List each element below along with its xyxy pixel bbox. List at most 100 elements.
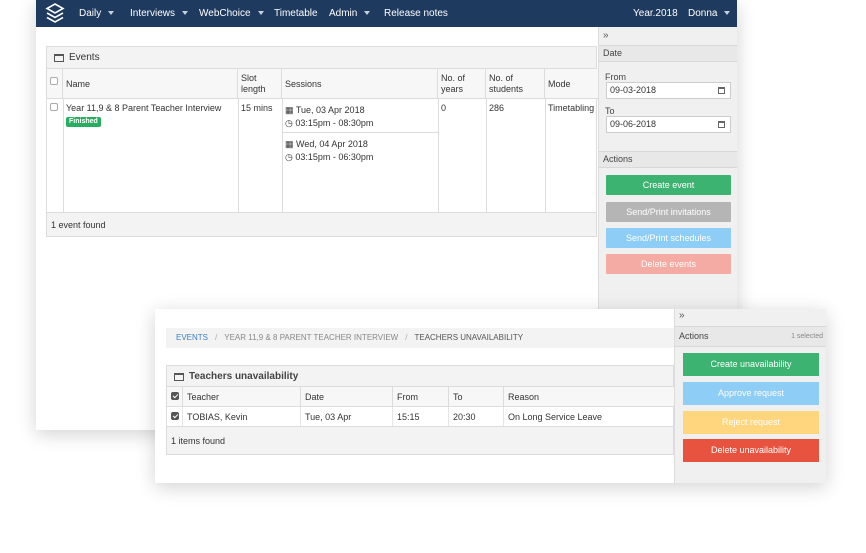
select-all-checkbox[interactable]	[171, 392, 179, 400]
from-date-value: 09-03-2018	[610, 85, 657, 95]
delete-unavailability-button[interactable]: Delete unavailability	[683, 439, 819, 462]
unavailability-header: Teachers unavailability	[167, 366, 673, 387]
row-checkbox[interactable]	[171, 412, 179, 420]
top-navbar: Daily Interviews WebChoice Timetable Adm…	[36, 0, 737, 27]
user-name: Donna	[688, 8, 718, 19]
table-icon	[54, 54, 64, 62]
calendar-icon: ▦	[285, 105, 294, 115]
session-2: ▦ Wed, 04 Apr 2018 ◷ 03:15pm - 06:30pm	[285, 138, 437, 163]
col-date[interactable]: Date	[301, 387, 393, 407]
col-divider	[486, 99, 487, 213]
col-to[interactable]: To	[449, 387, 504, 407]
col-mode[interactable]: Mode	[545, 69, 598, 99]
from-value: 15:15	[393, 407, 449, 427]
unavailability-panel: Teachers unavailability Teacher Date Fro…	[166, 365, 675, 455]
col-teacher[interactable]: Teacher	[183, 387, 301, 407]
select-all-cell	[47, 69, 63, 99]
session-time: 03:15pm - 06:30pm	[295, 152, 374, 162]
clock-icon: ◷	[285, 152, 293, 162]
unavailability-footer: 1 items found	[167, 426, 673, 454]
selected-count: 1 selected	[791, 333, 823, 340]
calendar-icon[interactable]	[718, 121, 725, 128]
reject-request-button[interactable]: Reject request	[683, 411, 819, 434]
session-1: ▦ Tue, 03 Apr 2018 ◷ 03:15pm - 08:30pm	[285, 104, 437, 129]
row-checkbox[interactable]	[50, 103, 58, 111]
col-students[interactable]: No. of students	[486, 69, 545, 99]
status-badge: Finished	[66, 117, 101, 127]
calendar-icon[interactable]	[718, 87, 725, 94]
events-panel: Events Name Slot length Sessions No. of …	[46, 46, 598, 237]
nav-timetable-label: Timetable	[274, 8, 318, 19]
teacher-value[interactable]: TOBIAS, Kevin	[183, 407, 301, 427]
to-date-value: 09-06-2018	[610, 119, 657, 129]
select-all-checkbox[interactable]	[50, 77, 58, 85]
chevron-down-icon	[182, 11, 189, 16]
col-divider	[438, 99, 439, 213]
breadcrumb-events-link[interactable]: EVENTS	[176, 333, 208, 342]
select-all-cell	[167, 387, 183, 407]
years-value: 0	[441, 103, 447, 113]
user-menu[interactable]: Donna	[688, 0, 731, 27]
chevron-down-icon	[364, 11, 371, 16]
unavailability-title: Teachers unavailability	[189, 371, 299, 382]
create-unavailability-button[interactable]: Create unavailability	[683, 353, 819, 376]
col-name[interactable]: Name	[63, 69, 238, 99]
nav-timetable[interactable]: Timetable	[274, 0, 318, 27]
send-invitations-button[interactable]: Send/Print invitations	[606, 202, 731, 222]
session-time: 03:15pm - 08:30pm	[295, 118, 374, 128]
nav-daily[interactable]: Daily	[79, 0, 115, 27]
year-selector[interactable]: Year.2018	[633, 0, 678, 27]
events-title: Events	[69, 52, 100, 63]
col-from[interactable]: From	[393, 387, 449, 407]
send-schedules-button[interactable]: Send/Print schedules	[606, 228, 731, 248]
chevron-down-icon	[257, 11, 264, 16]
nav-release-notes[interactable]: Release notes	[384, 0, 448, 27]
nav-admin[interactable]: Admin	[329, 0, 371, 27]
nav-release-notes-label: Release notes	[384, 8, 448, 19]
unavailability-window: EVENTS / YEAR 11,9 & 8 PARENT TEACHER INTE…	[155, 309, 826, 483]
breadcrumb-event-link[interactable]: YEAR 11,9 & 8 PARENT TEACHER INTERVIEW	[224, 333, 398, 342]
session-date: Wed, 04 Apr 2018	[296, 139, 368, 149]
col-years[interactable]: No. of years	[438, 69, 486, 99]
chevron-down-icon	[108, 11, 115, 16]
clock-icon: ◷	[285, 118, 293, 128]
col-slot-length[interactable]: Slot length	[238, 69, 282, 99]
chevron-down-icon	[724, 11, 731, 16]
students-value: 286	[489, 103, 505, 113]
collapse-sidebar-icon[interactable]: »	[679, 310, 685, 321]
delete-events-button[interactable]: Delete events	[606, 254, 731, 274]
to-label: To	[605, 106, 615, 116]
front-sidebar: » Actions 1 selected Create unavailabili…	[674, 309, 826, 483]
nav-webchoice[interactable]: WebChoice	[199, 0, 264, 27]
breadcrumb-separator: /	[405, 333, 408, 342]
col-divider	[282, 99, 283, 213]
breadcrumb-separator: /	[215, 333, 218, 342]
collapse-sidebar-icon[interactable]: »	[603, 30, 609, 41]
calendar-icon: ▦	[285, 139, 294, 149]
col-sessions[interactable]: Sessions	[282, 69, 438, 99]
nav-admin-label: Admin	[329, 8, 358, 19]
col-reason[interactable]: Reason	[504, 387, 675, 407]
nav-interviews-label: Interviews	[130, 8, 176, 19]
mode-value: Timetabling	[548, 103, 595, 113]
stage: Daily Interviews WebChoice Timetable Adm…	[0, 0, 866, 553]
date-value: Tue, 03 Apr	[301, 407, 393, 427]
nav-interviews[interactable]: Interviews	[130, 0, 189, 27]
actions-section: Actions 1 selected	[675, 326, 826, 347]
events-panel-header: Events	[47, 47, 596, 69]
nav-webchoice-label: WebChoice	[199, 8, 251, 19]
nav-daily-label: Daily	[79, 8, 102, 19]
reason-value: On Long Service Leave	[508, 412, 603, 422]
breadcrumb-current: TEACHERS UNAVAILABILITY	[414, 333, 524, 342]
actions-title: Actions	[679, 331, 709, 341]
session-divider	[282, 132, 438, 133]
event-name-cell[interactable]: Year 11,9 & 8 Parent Teacher Interview F…	[66, 102, 236, 127]
slot-length-value: 15 mins	[241, 103, 273, 113]
event-name[interactable]: Year 11,9 & 8 Parent Teacher Interview	[66, 102, 236, 114]
from-date-field[interactable]: 09-03-2018	[606, 82, 731, 99]
create-event-button[interactable]: Create event	[606, 175, 731, 195]
to-date-field[interactable]: 09-06-2018	[606, 116, 731, 133]
app-logo-icon[interactable]	[45, 3, 65, 24]
col-divider	[238, 99, 239, 213]
approve-request-button[interactable]: Approve request	[683, 382, 819, 405]
